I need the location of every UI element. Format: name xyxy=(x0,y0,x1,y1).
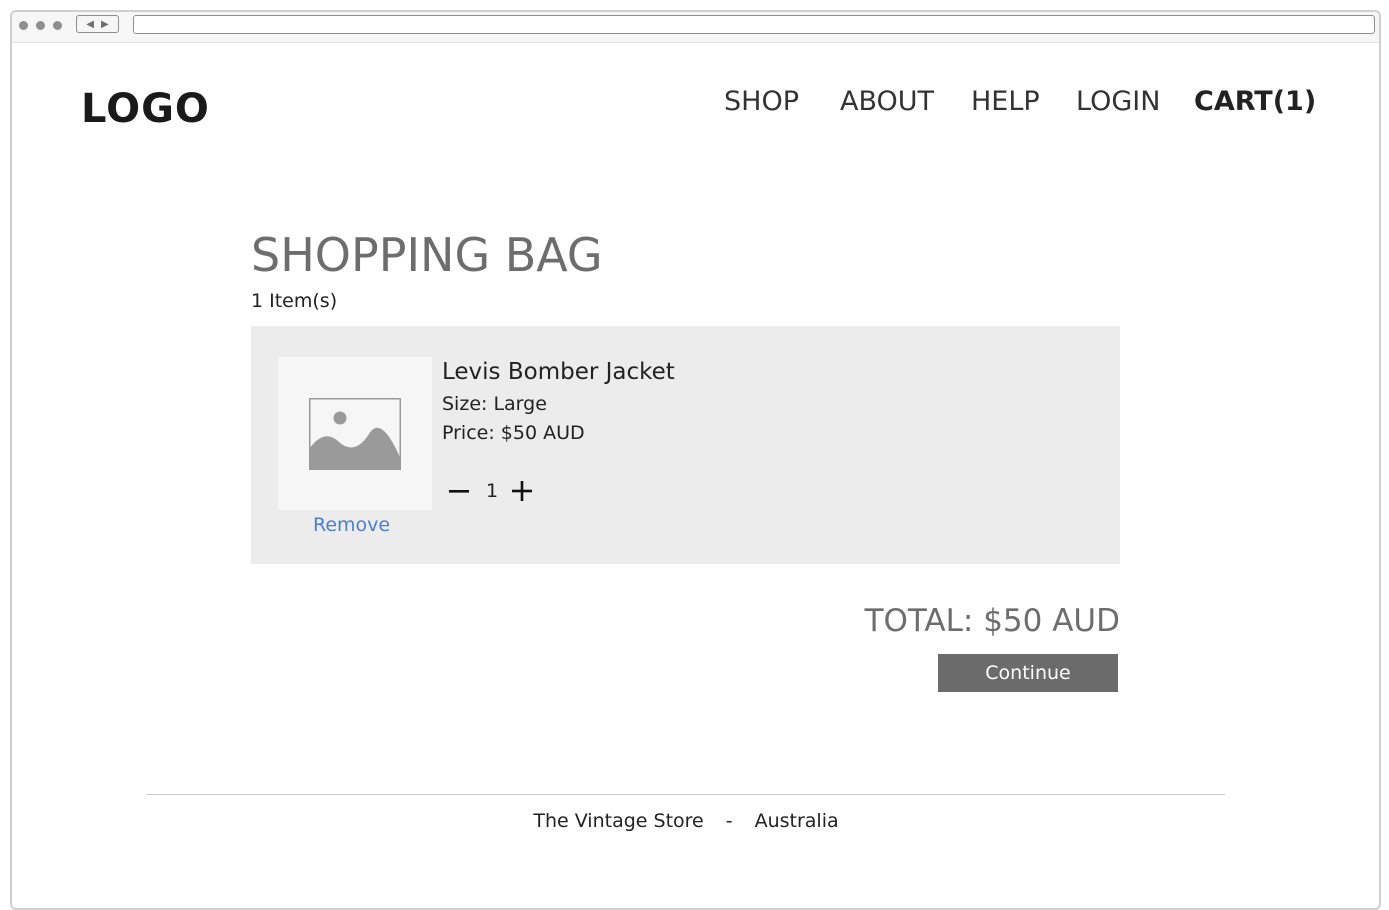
quantity-stepper: 1 xyxy=(448,480,533,502)
window-close-dot[interactable] xyxy=(19,21,28,30)
nav-shop[interactable]: SHOP xyxy=(724,86,799,117)
image-placeholder-icon xyxy=(309,398,401,470)
cart-item-card: Remove Levis Bomber Jacket Size: Large P… xyxy=(251,326,1120,564)
nav-cart[interactable]: CART(1) xyxy=(1194,86,1316,117)
back-arrow-icon[interactable]: ◀ xyxy=(86,19,94,30)
page-title: SHOPPING BAG xyxy=(251,228,603,282)
footer: The Vintage Store - Australia xyxy=(147,810,1225,832)
minus-icon[interactable] xyxy=(448,480,470,502)
remove-item-link[interactable]: Remove xyxy=(313,514,390,536)
nav-about[interactable]: ABOUT xyxy=(840,86,934,117)
site-logo[interactable]: LOGO xyxy=(81,86,210,132)
browser-titlebar: ◀ ▶ xyxy=(12,12,1379,43)
nav-login[interactable]: LOGIN xyxy=(1076,86,1160,117)
order-total: TOTAL: $50 AUD xyxy=(864,603,1120,639)
address-bar[interactable] xyxy=(133,15,1375,34)
item-count: 1 Item(s) xyxy=(251,290,338,312)
footer-store-name: The Vintage Store xyxy=(533,810,704,832)
nav-help[interactable]: HELP xyxy=(971,86,1040,117)
footer-country: Australia xyxy=(754,810,839,832)
window-maximize-dot[interactable] xyxy=(53,21,62,30)
footer-separator: - xyxy=(725,810,733,832)
product-name[interactable]: Levis Bomber Jacket xyxy=(442,359,675,385)
quantity-value: 1 xyxy=(486,480,499,502)
window-minimize-dot[interactable] xyxy=(36,21,45,30)
footer-divider xyxy=(147,794,1225,795)
plus-icon[interactable] xyxy=(511,480,533,502)
product-image[interactable] xyxy=(278,357,432,510)
forward-arrow-icon[interactable]: ▶ xyxy=(101,19,109,30)
back-forward-buttons[interactable]: ◀ ▶ xyxy=(76,15,119,33)
product-price: Price: $50 AUD xyxy=(442,422,585,444)
continue-button[interactable]: Continue xyxy=(938,654,1118,692)
product-size: Size: Large xyxy=(442,393,547,415)
